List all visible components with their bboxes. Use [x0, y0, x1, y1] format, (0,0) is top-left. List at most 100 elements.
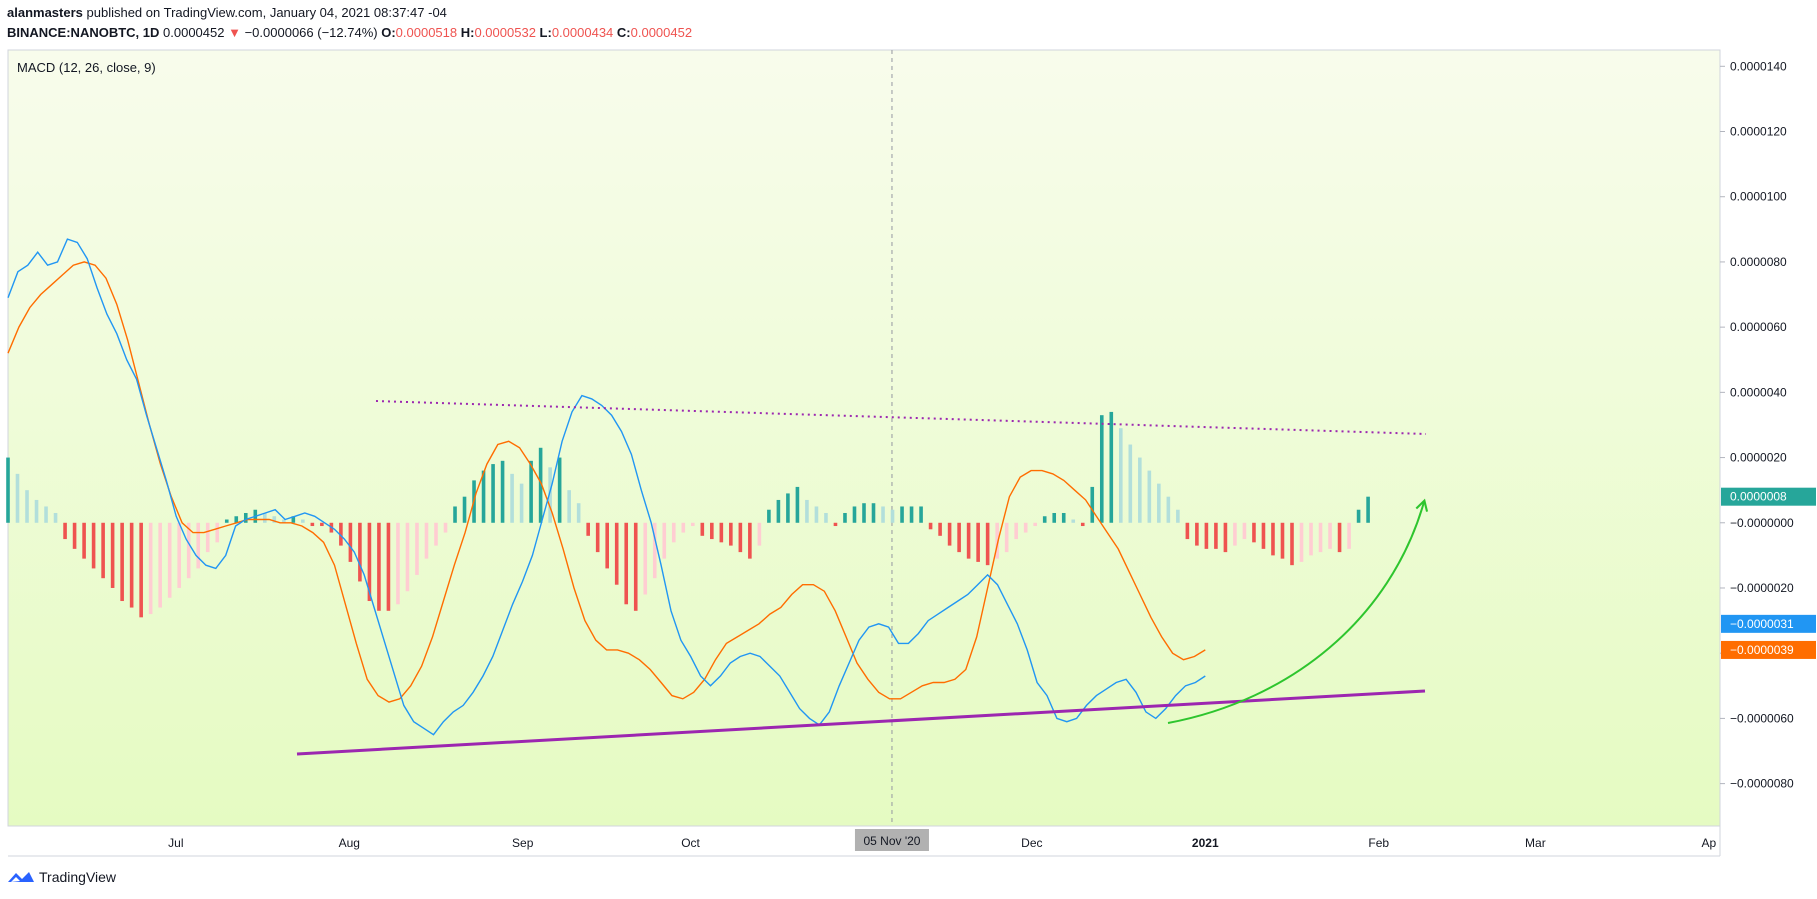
- histogram-bar: [1090, 486, 1095, 523]
- x-tick-label: Oct: [681, 836, 700, 850]
- histogram-bar: [1290, 522, 1294, 566]
- histogram-bar: [1299, 522, 1304, 562]
- x-tick-label: Sep: [512, 836, 534, 850]
- histogram-bar: [1328, 522, 1332, 549]
- y-tick-label: 0.0000120: [1730, 125, 1787, 139]
- histogram-bar: [320, 522, 324, 527]
- tradingview-logo-icon: [8, 872, 34, 882]
- histogram-bar: [966, 522, 971, 559]
- histogram-bar: [909, 506, 914, 523]
- histogram-bar: [1185, 522, 1190, 540]
- y-tick-label: −0.0000000: [1730, 516, 1794, 530]
- histogram-bar: [167, 522, 172, 598]
- histogram-bar: [824, 512, 828, 523]
- histogram-bar: [614, 522, 619, 585]
- histogram-bar: [1223, 522, 1228, 553]
- histogram-bar: [890, 509, 895, 523]
- brand-footer[interactable]: TradingView: [7, 869, 116, 885]
- histogram-bar: [1042, 516, 1047, 523]
- histogram-bar: [643, 522, 648, 595]
- x-tick-label: Mar: [1525, 836, 1546, 850]
- x-tick-label: Aug: [339, 836, 360, 850]
- histogram-bar: [862, 503, 866, 523]
- brand-name: TradingView: [39, 869, 117, 885]
- histogram-bar: [243, 512, 248, 523]
- histogram-bar: [63, 522, 67, 540]
- histogram-bar: [6, 457, 10, 523]
- histogram-bar: [1214, 522, 1218, 549]
- histogram-bar: [348, 522, 353, 562]
- histogram-bar: [719, 522, 724, 543]
- last-value-label: −0.0000039: [1730, 643, 1794, 657]
- histogram-bar: [139, 522, 143, 618]
- histogram-bar: [833, 522, 838, 527]
- histogram-bar: [91, 522, 96, 569]
- histogram-bar: [1252, 522, 1256, 543]
- histogram-bar: [1061, 512, 1066, 523]
- histogram-bar: [158, 522, 162, 608]
- histogram-bar: [129, 522, 134, 608]
- histogram-bar: [101, 522, 105, 579]
- histogram-bar: [53, 512, 58, 523]
- histogram-bar: [662, 522, 667, 559]
- histogram-bar: [843, 512, 847, 523]
- histogram-bar: [405, 522, 410, 592]
- histogram-bar: [795, 486, 800, 523]
- histogram-bar: [1176, 509, 1180, 523]
- histogram-bar: [510, 473, 514, 523]
- x-tick-label: Feb: [1368, 836, 1389, 850]
- histogram-bar: [1356, 509, 1361, 523]
- histogram-bar: [1261, 522, 1266, 549]
- plot-background: [7, 49, 1721, 827]
- histogram-bar: [1109, 411, 1114, 523]
- histogram-bar: [881, 506, 885, 523]
- histogram-bar: [529, 460, 533, 523]
- histogram-bar: [1337, 522, 1342, 553]
- histogram-bar: [196, 522, 201, 569]
- histogram-bar: [491, 464, 495, 523]
- histogram-bar: [586, 522, 590, 536]
- histogram-bar: [814, 506, 819, 523]
- histogram-bar: [729, 522, 733, 546]
- histogram-bar: [681, 522, 686, 533]
- histogram-bar: [976, 522, 980, 562]
- x-tick-label: 2021: [1192, 836, 1219, 850]
- histogram-bar: [605, 522, 609, 569]
- macd-chart[interactable]: MACD (12, 26, close, 9) 0.00001400.00001…: [0, 0, 1817, 899]
- y-tick-label: 0.0000080: [1730, 255, 1787, 269]
- histogram-bar: [1119, 428, 1123, 523]
- y-tick-label: 0.0000100: [1730, 190, 1787, 204]
- histogram-bar: [1347, 522, 1351, 549]
- histogram-bar: [1195, 522, 1199, 546]
- histogram-bar: [215, 522, 220, 543]
- y-tick-label: −0.0000020: [1730, 581, 1794, 595]
- histogram-bar: [110, 522, 115, 588]
- histogram-bar: [738, 522, 743, 553]
- y-tick-label: 0.0000020: [1730, 451, 1787, 465]
- histogram-bar: [1080, 522, 1085, 527]
- histogram-bar: [386, 522, 391, 611]
- histogram-bar: [1004, 522, 1009, 553]
- histogram-bar: [186, 522, 191, 579]
- y-axis: 0.0000140 0.0000120 0.0000100 0.0000080 0.00…: [1719, 50, 1817, 856]
- histogram-bar: [519, 483, 524, 523]
- indicator-title: MACD (12, 26, close, 9): [17, 60, 156, 75]
- x-tick-label: Jul: [168, 836, 183, 850]
- histogram-bar: [805, 499, 809, 523]
- histogram-bar: [15, 473, 20, 523]
- histogram-bar: [671, 522, 676, 543]
- histogram-bar: [396, 522, 400, 605]
- histogram-bar: [443, 522, 448, 533]
- histogram-bar: [1023, 522, 1028, 533]
- x-tick-label: Ap: [1701, 836, 1716, 850]
- histogram-bar: [767, 509, 771, 523]
- histogram-bar: [1318, 522, 1323, 553]
- histogram-bar: [377, 522, 381, 611]
- histogram-bar: [595, 522, 600, 553]
- histogram-bar: [1052, 512, 1057, 523]
- y-tick-label: −0.0000060: [1730, 711, 1794, 725]
- histogram-bar: [148, 522, 153, 615]
- histogram-bar: [72, 522, 77, 549]
- histogram-bar: [1280, 522, 1285, 559]
- last-value-label: 0.0000008: [1730, 490, 1787, 504]
